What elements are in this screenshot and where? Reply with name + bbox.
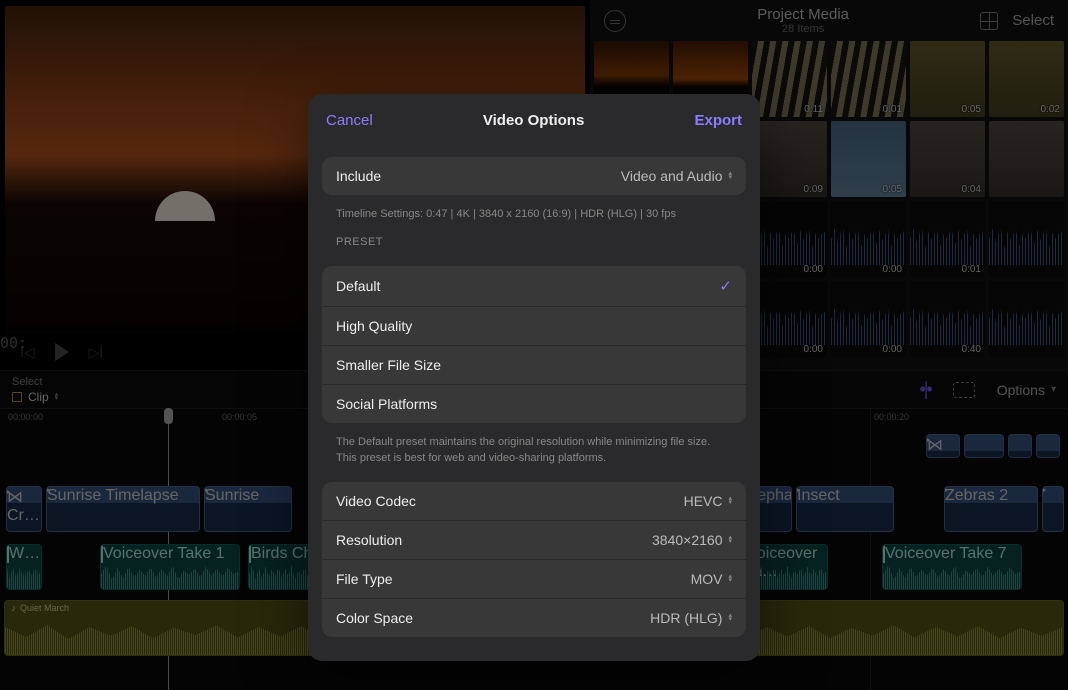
video-options-dialog: Cancel Video Options Export Include Vide… bbox=[308, 94, 760, 661]
chevron-updown-icon: ▴▾ bbox=[728, 172, 732, 180]
preset-section-header: PRESET bbox=[322, 222, 746, 252]
preset-option[interactable]: Social Platforms bbox=[322, 385, 746, 423]
setting-row[interactable]: File TypeMOV▴▾ bbox=[322, 560, 746, 599]
setting-row[interactable]: Resolution3840×2160▴▾ bbox=[322, 521, 746, 560]
include-row[interactable]: Include Video and Audio ▴▾ bbox=[322, 157, 746, 195]
cancel-button[interactable]: Cancel bbox=[326, 112, 373, 129]
checkmark-icon: ✓ bbox=[719, 277, 732, 295]
export-button[interactable]: Export bbox=[694, 112, 742, 129]
setting-row[interactable]: Color SpaceHDR (HLG)▴▾ bbox=[322, 599, 746, 637]
dialog-title: Video Options bbox=[373, 112, 695, 129]
preset-option[interactable]: High Quality bbox=[322, 307, 746, 346]
preset-option[interactable]: Default✓ bbox=[322, 266, 746, 307]
setting-row[interactable]: Video CodecHEVC▴▾ bbox=[322, 482, 746, 521]
chevron-updown-icon: ▴▾ bbox=[728, 497, 732, 505]
preset-description: The Default preset maintains the origina… bbox=[322, 429, 746, 466]
chevron-updown-icon: ▴▾ bbox=[728, 536, 732, 544]
chevron-updown-icon: ▴▾ bbox=[728, 614, 732, 622]
chevron-updown-icon: ▴▾ bbox=[728, 575, 732, 583]
preset-option[interactable]: Smaller File Size bbox=[322, 346, 746, 385]
timeline-settings-text: Timeline Settings: 0:47 | 4K | 3840 x 21… bbox=[322, 201, 746, 222]
